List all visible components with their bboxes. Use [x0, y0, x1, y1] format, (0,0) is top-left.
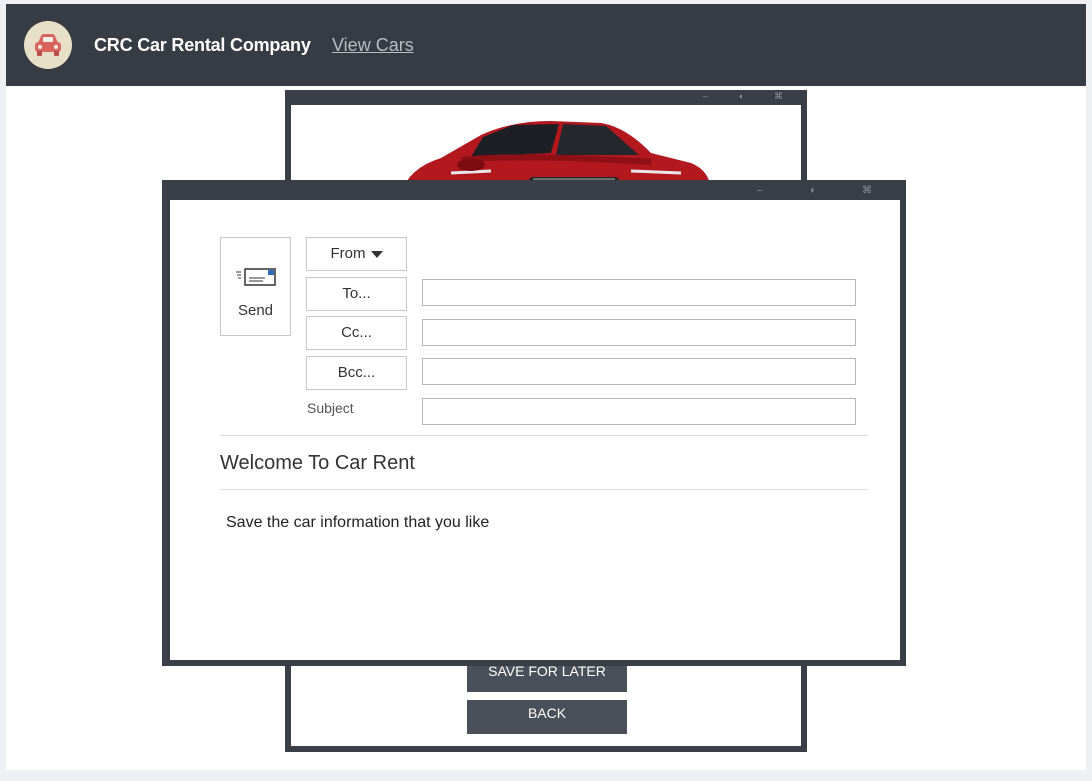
view-cars-link[interactable]: View Cars — [332, 35, 414, 56]
to-field[interactable] — [422, 279, 856, 306]
send-button[interactable]: Send — [220, 237, 291, 336]
logo[interactable] — [24, 21, 72, 69]
message-body[interactable]: Save the car information that you like — [226, 514, 489, 532]
window-controls[interactable]: – ◖ ⌘ — [703, 91, 797, 102]
envelope-icon — [236, 268, 276, 286]
top-navbar: CRC Car Rental Company View Cars — [6, 4, 1086, 86]
subject-field[interactable] — [422, 398, 856, 425]
bcc-field[interactable] — [422, 358, 856, 385]
from-button[interactable]: From — [306, 237, 407, 271]
page: CRC Car Rental Company View Cars – ◖ ⌘ S… — [6, 4, 1086, 770]
divider — [220, 435, 868, 436]
cc-field[interactable] — [422, 319, 856, 346]
mail-compose-window: – ◖ ⌘ Send From To... Cc... Bcc... Subje… — [162, 180, 906, 666]
subject-label: Subject — [307, 400, 354, 416]
divider — [220, 489, 868, 490]
window-controls[interactable]: – ◖ ⌘ — [757, 185, 894, 196]
to-button[interactable]: To... — [306, 277, 407, 311]
cc-button[interactable]: Cc... — [306, 316, 407, 350]
back-button[interactable]: BACK — [467, 700, 627, 734]
from-label: From — [330, 245, 366, 262]
mail-compose-content: Send From To... Cc... Bcc... Subject Wel… — [170, 200, 900, 660]
caret-down-icon — [370, 250, 383, 258]
send-label: Send — [237, 302, 274, 319]
car-icon — [35, 34, 61, 56]
bcc-button[interactable]: Bcc... — [306, 356, 407, 390]
brand-name: CRC Car Rental Company — [94, 35, 311, 55]
subject-display: Welcome To Car Rent — [220, 452, 415, 474]
